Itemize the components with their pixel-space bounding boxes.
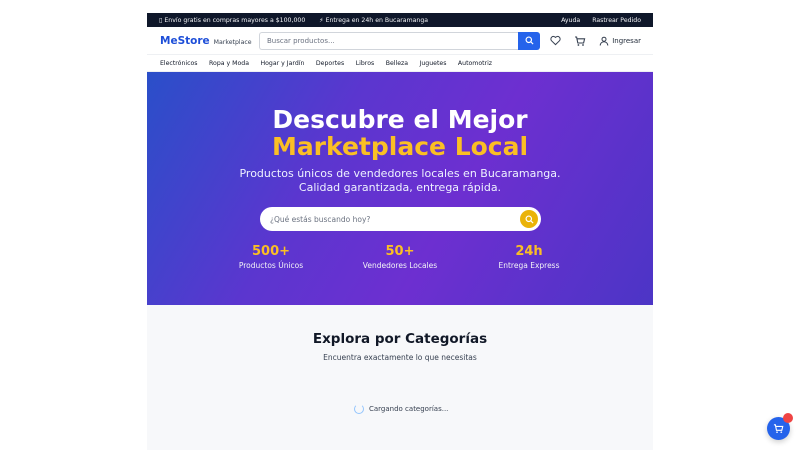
stat-products: 500+ Productos Únicos — [216, 244, 326, 271]
promo-bar: ▯ Envío gratis en compras mayores a $100… — [147, 13, 653, 27]
stat-value: 24h — [515, 244, 543, 259]
delivery-promo: ⚡ Entrega en 24h en Bucaramanga — [319, 16, 429, 24]
stat-vendors: 50+ Vendedores Locales — [345, 244, 455, 271]
cart-icon — [773, 424, 784, 433]
search-icon — [524, 214, 534, 224]
hero-title: Descubre el Mejor Marketplace Local — [147, 106, 653, 160]
hero-title-line2: Marketplace Local — [271, 132, 529, 161]
wishlist-button[interactable] — [549, 35, 561, 47]
stat-delivery: 24h Entrega Express — [474, 244, 584, 271]
nav-item-juguetes[interactable]: Juguetes — [420, 60, 447, 67]
hero-section: Descubre el Mejor Marketplace Local Prod… — [147, 72, 653, 305]
header-search: Buscar productos... — [259, 31, 540, 50]
user-icon — [599, 36, 609, 46]
logo-subtitle: Marketplace — [213, 38, 252, 46]
nav-item-ropa-moda[interactable]: Ropa y Moda — [209, 60, 249, 67]
loading-indicator: Cargando categorías... — [354, 404, 448, 414]
login-button[interactable]: Ingresar — [599, 36, 641, 46]
help-link[interactable]: Ayuda — [561, 17, 580, 24]
categories-title: Explora por Categorías — [312, 331, 488, 347]
hero-search-input[interactable]: ¿Qué estás buscando hoy? — [260, 207, 541, 231]
loading-text: Cargando categorías... — [369, 405, 449, 413]
search-icon — [524, 36, 534, 45]
stat-label: Vendedores Locales — [362, 261, 438, 270]
nav-item-hogar-jardin[interactable]: Hogar y Jardín — [260, 60, 304, 67]
stat-value: 50+ — [385, 244, 415, 259]
cart-badge — [783, 413, 793, 423]
category-nav: Electrónicos Ropa y Moda Hogar y Jardín … — [147, 55, 653, 72]
nav-item-electronicos[interactable]: Electrónicos — [160, 60, 198, 67]
cart-icon — [575, 35, 586, 46]
nav-item-automotriz[interactable]: Automotriz — [458, 60, 492, 67]
heart-icon — [550, 35, 561, 46]
hero-subtitle-line2: Calidad garantizada, entrega rápida. — [298, 181, 502, 194]
hero-search-placeholder: ¿Qué estás buscando hoy? — [270, 214, 371, 224]
stat-label: Productos Únicos — [238, 261, 304, 270]
nav-item-libros[interactable]: Libros — [356, 60, 375, 67]
hero-search-button[interactable] — [520, 210, 538, 228]
hero-title-line1: Descubre el Mejor — [272, 105, 528, 134]
nav-item-deportes[interactable]: Deportes — [316, 60, 344, 67]
stat-value: 500+ — [251, 244, 291, 259]
categories-subtitle: Encuentra exactamente lo que necesitas — [323, 353, 477, 362]
nav-item-belleza[interactable]: Belleza — [386, 60, 408, 67]
search-button[interactable] — [518, 31, 540, 50]
hero-subtitle-line1: Productos únicos de vendedores locales e… — [239, 167, 561, 180]
categories-section: Explora por Categorías Encuentra exactam… — [147, 305, 653, 450]
login-label: Ingresar — [612, 36, 641, 45]
page: ▯ Envío gratis en compras mayores a $100… — [147, 13, 653, 450]
hero-subtitle: Productos únicos de vendedores locales e… — [147, 167, 653, 195]
site-header: MeStore Marketplace Buscar productos... — [147, 27, 653, 55]
logo-text: MeStore — [160, 34, 210, 47]
track-order-link[interactable]: Rastrear Pedido — [592, 17, 641, 24]
shipping-promo: ▯ Envío gratis en compras mayores a $100… — [159, 16, 306, 24]
logo[interactable]: MeStore Marketplace — [160, 35, 259, 47]
search-input[interactable]: Buscar productos... — [259, 31, 518, 50]
spinner-icon — [354, 404, 364, 414]
cart-button[interactable] — [574, 35, 586, 47]
stat-label: Entrega Express — [498, 261, 560, 270]
